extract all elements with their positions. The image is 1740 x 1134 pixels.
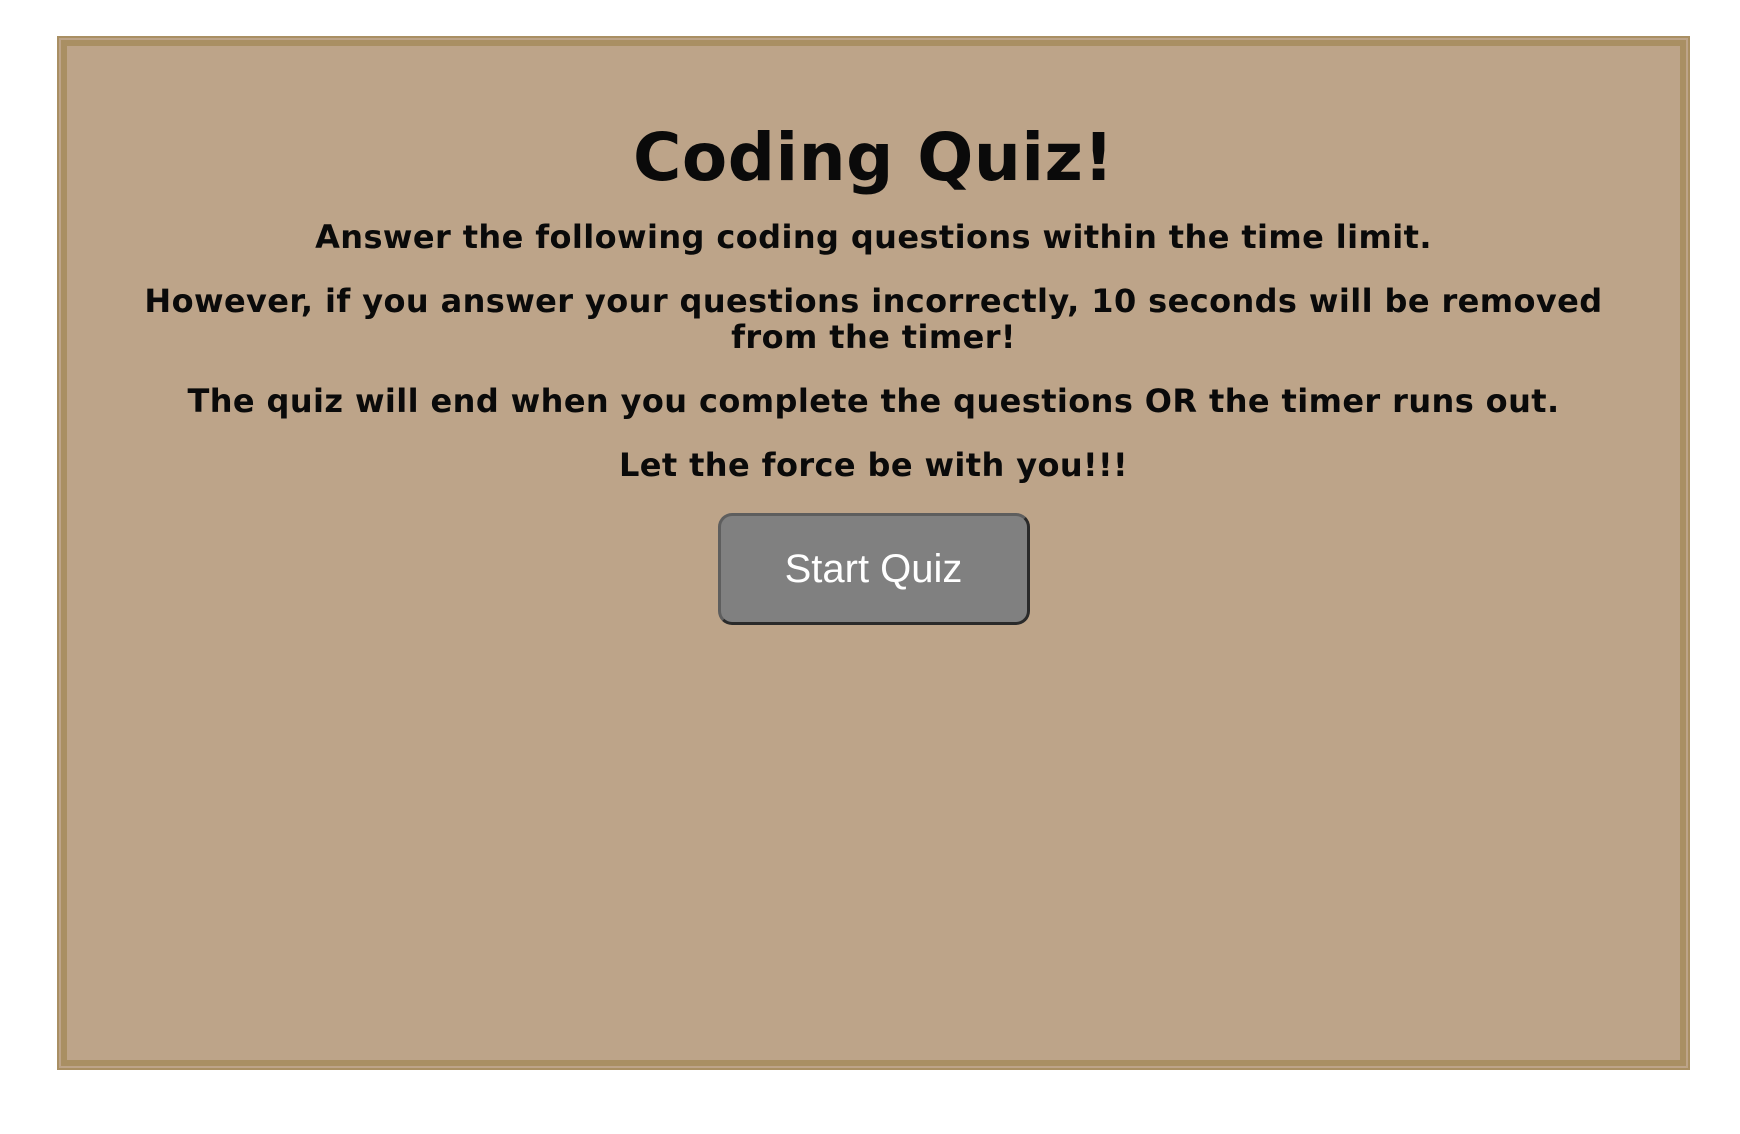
quiz-intro: Coding Quiz! Answer the following coding… [63,42,1684,626]
instruction-end-condition: The quiz will end when you complete the … [187,382,1560,421]
start-quiz-button[interactable]: Start Quiz [717,513,1030,626]
page-title: Coding Quiz! [632,119,1115,196]
instruction-penalty: However, if you answer your questions in… [144,282,1603,357]
instruction-farewell: Let the force be with you!!! [618,446,1129,485]
instruction-time-limit: Answer the following coding questions wi… [315,218,1432,257]
quiz-panel: Coding Quiz! Answer the following coding… [57,36,1690,1070]
